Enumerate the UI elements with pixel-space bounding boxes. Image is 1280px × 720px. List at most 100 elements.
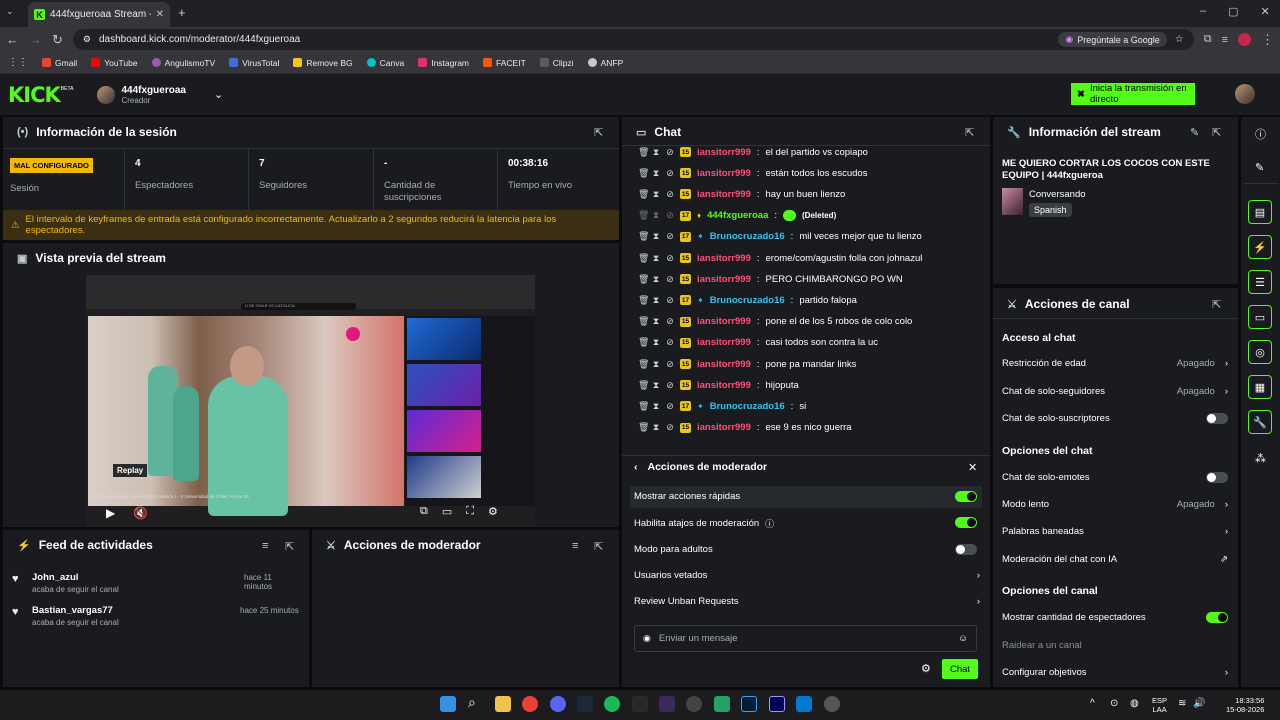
start-icon[interactable] bbox=[440, 696, 456, 712]
minimize-icon[interactable]: – bbox=[1200, 5, 1206, 18]
chat-username[interactable]: iansitorr999 bbox=[697, 422, 751, 433]
extensions-icon[interactable]: ⧉ bbox=[1204, 33, 1212, 46]
close-window-icon[interactable]: ✕ bbox=[1261, 5, 1270, 18]
chevron-down-icon[interactable]: ⌄ bbox=[214, 88, 223, 101]
wifi-icon[interactable]: ≋ bbox=[1178, 698, 1186, 709]
browser-menu-icon[interactable]: ⋮ bbox=[1261, 32, 1274, 48]
profile-icon[interactable] bbox=[1238, 33, 1251, 46]
forward-icon[interactable]: → bbox=[29, 32, 42, 47]
reload-icon[interactable]: ↻ bbox=[52, 32, 63, 48]
delete-message-icon[interactable]: 🗑 bbox=[638, 210, 649, 221]
bookmark-angulismotv[interactable]: AngulismoTV bbox=[151, 58, 215, 68]
timeout-icon[interactable]: ⧗ bbox=[652, 359, 660, 370]
bookmark-gmail[interactable]: Gmail bbox=[42, 58, 77, 68]
info-icon[interactable]: ⓘ bbox=[1255, 126, 1266, 142]
ban-icon[interactable]: ⊘ bbox=[666, 253, 674, 264]
channel-switcher[interactable]: 444fxgueroaa Creador ⌄ bbox=[97, 85, 223, 105]
age-restriction-row[interactable]: Restricción de edad Apagado › bbox=[1002, 358, 1228, 369]
chat-message[interactable]: 🗑 ⧗ ⊘ 17 ✦ Brunocruzado16: si bbox=[638, 399, 806, 413]
discord-icon[interactable] bbox=[550, 696, 566, 712]
banned-users-row[interactable]: Usuarios vetados › bbox=[634, 570, 980, 581]
stream-video[interactable]: U DE CHILE VS CATOLICA Replay TNT Sports… bbox=[86, 275, 535, 527]
adult-mode-row[interactable]: Modo para adultos bbox=[634, 544, 980, 555]
delete-message-icon[interactable]: 🗑 bbox=[638, 380, 649, 391]
settings-icon[interactable]: ⚙ bbox=[488, 505, 498, 518]
show-viewer-count-toggle[interactable] bbox=[1206, 612, 1228, 623]
popout-icon[interactable]: ⇱ bbox=[594, 126, 603, 139]
chat-username[interactable]: iansitorr999 bbox=[697, 168, 751, 179]
timeout-icon[interactable]: ⧗ bbox=[652, 168, 660, 179]
subscribers-only-row[interactable]: Chat de solo-suscriptores bbox=[1002, 413, 1228, 424]
tab-list-icon[interactable]: ⌄ bbox=[6, 6, 20, 20]
ban-icon[interactable]: ⊘ bbox=[666, 316, 674, 327]
chat-username[interactable]: Brunocruzado16 bbox=[710, 231, 785, 242]
quick-actions-row[interactable]: Mostrar acciones rápidas bbox=[634, 491, 980, 502]
category-name[interactable]: Conversando bbox=[1029, 189, 1086, 200]
ban-icon[interactable]: ⊘ bbox=[666, 401, 674, 412]
chat-username[interactable]: Brunocruzado16 bbox=[710, 401, 785, 412]
filter-icon[interactable]: ≡ bbox=[572, 540, 578, 552]
kick-logo[interactable]: KICK bbox=[8, 83, 61, 107]
premiere-icon[interactable] bbox=[769, 696, 785, 712]
apps-grid-icon[interactable]: ⋮⋮ bbox=[8, 57, 28, 68]
obs-icon[interactable] bbox=[686, 696, 702, 712]
chat-input[interactable]: ◉ Enviar un mensaje ☺ bbox=[634, 625, 977, 652]
send-chat-button[interactable]: Chat bbox=[942, 659, 978, 679]
emotes-only-row[interactable]: Chat de solo-emotes bbox=[1002, 472, 1228, 483]
spotify-icon[interactable] bbox=[604, 696, 620, 712]
popout-icon[interactable]: ⇱ bbox=[965, 126, 974, 139]
timeout-icon[interactable]: ⧗ bbox=[652, 274, 660, 285]
delete-message-icon[interactable]: 🗑 bbox=[638, 189, 649, 200]
delete-message-icon[interactable]: 🗑 bbox=[638, 147, 649, 158]
rail-list-icon[interactable]: ☰ bbox=[1248, 270, 1272, 294]
mm-icon[interactable] bbox=[632, 696, 648, 712]
feed-user[interactable]: John_azul bbox=[32, 572, 78, 583]
ban-icon[interactable]: ⊘ bbox=[666, 274, 674, 285]
bookmark-instagram[interactable]: Instagram bbox=[418, 58, 469, 68]
chat-message[interactable]: 🗑 ⧗ ⊘ 15 iansitorr999: el del partido vs copi… bbox=[638, 146, 868, 159]
slow-mode-row[interactable]: Modo lento Apagado › bbox=[1002, 499, 1228, 510]
info-icon[interactable]: ⓘ bbox=[765, 517, 774, 530]
subscribers-only-toggle[interactable] bbox=[1206, 413, 1228, 424]
chrome-icon[interactable] bbox=[522, 696, 538, 712]
photoshop-icon[interactable] bbox=[741, 696, 757, 712]
ban-icon[interactable]: ⊘ bbox=[666, 210, 674, 221]
timeout-icon[interactable]: ⧗ bbox=[652, 253, 660, 264]
ban-icon[interactable]: ⊘ bbox=[666, 337, 674, 348]
emotes-only-toggle[interactable] bbox=[1206, 472, 1228, 483]
clock[interactable]: 18:33:56 15-08-2026 bbox=[1226, 696, 1264, 714]
filter-icon[interactable]: ≡ bbox=[262, 540, 268, 552]
followers-only-row[interactable]: Chat de solo-seguidores Apagado › bbox=[1002, 386, 1228, 397]
file-explorer-icon[interactable] bbox=[495, 696, 511, 712]
media-icon[interactable]: ≡ bbox=[1222, 34, 1228, 46]
timeout-icon[interactable]: ⧗ bbox=[652, 295, 660, 306]
chat-username[interactable]: iansitorr999 bbox=[697, 380, 751, 391]
bookmark-anfp[interactable]: ANFP bbox=[587, 58, 623, 68]
configure-goals-row[interactable]: Configurar objetivos › bbox=[1002, 667, 1228, 678]
theater-icon[interactable]: ▭ bbox=[442, 505, 452, 518]
go-live-button[interactable]: ✖ Inicia la transmisión en directo bbox=[1071, 83, 1195, 105]
ban-icon[interactable]: ⊘ bbox=[666, 231, 674, 242]
rail-people-icon[interactable]: ⁂ bbox=[1255, 452, 1266, 465]
rail-mod-icon[interactable]: ▦ bbox=[1248, 375, 1272, 399]
delete-message-icon[interactable]: 🗑 bbox=[638, 337, 649, 348]
chat-message[interactable]: 🗑 ⧗ ⊘ 15 iansitorr999: están todos los escudo… bbox=[638, 166, 867, 180]
chat-messages[interactable]: 🗑 ⧗ ⊘ 15 iansitorr999: el del partido vs copi… bbox=[622, 146, 990, 454]
delete-message-icon[interactable]: 🗑 bbox=[638, 295, 649, 306]
close-icon[interactable]: ✕ bbox=[968, 461, 977, 474]
chat-username[interactable]: iansitorr999 bbox=[697, 189, 751, 200]
emote-source-icon[interactable]: ◉ bbox=[643, 633, 651, 644]
delete-message-icon[interactable]: 🗑 bbox=[638, 359, 649, 370]
ban-icon[interactable]: ⊘ bbox=[666, 422, 674, 433]
ban-icon[interactable]: ⊘ bbox=[666, 189, 674, 200]
back-chevron-icon[interactable]: ‹ bbox=[634, 461, 638, 473]
pip-icon[interactable]: ⧉ bbox=[420, 505, 428, 518]
quick-actions-toggle[interactable] bbox=[955, 491, 977, 502]
chat-username[interactable]: iansitorr999 bbox=[697, 359, 751, 370]
mod-shortcuts-toggle[interactable] bbox=[955, 517, 977, 528]
fullscreen-icon[interactable]: ⛶ bbox=[466, 505, 474, 518]
steam-icon[interactable] bbox=[577, 696, 593, 712]
category-thumbnail[interactable] bbox=[1002, 188, 1023, 215]
site-info-icon[interactable]: ⚙ bbox=[83, 34, 91, 45]
chat-username[interactable]: iansitorr999 bbox=[697, 147, 751, 158]
